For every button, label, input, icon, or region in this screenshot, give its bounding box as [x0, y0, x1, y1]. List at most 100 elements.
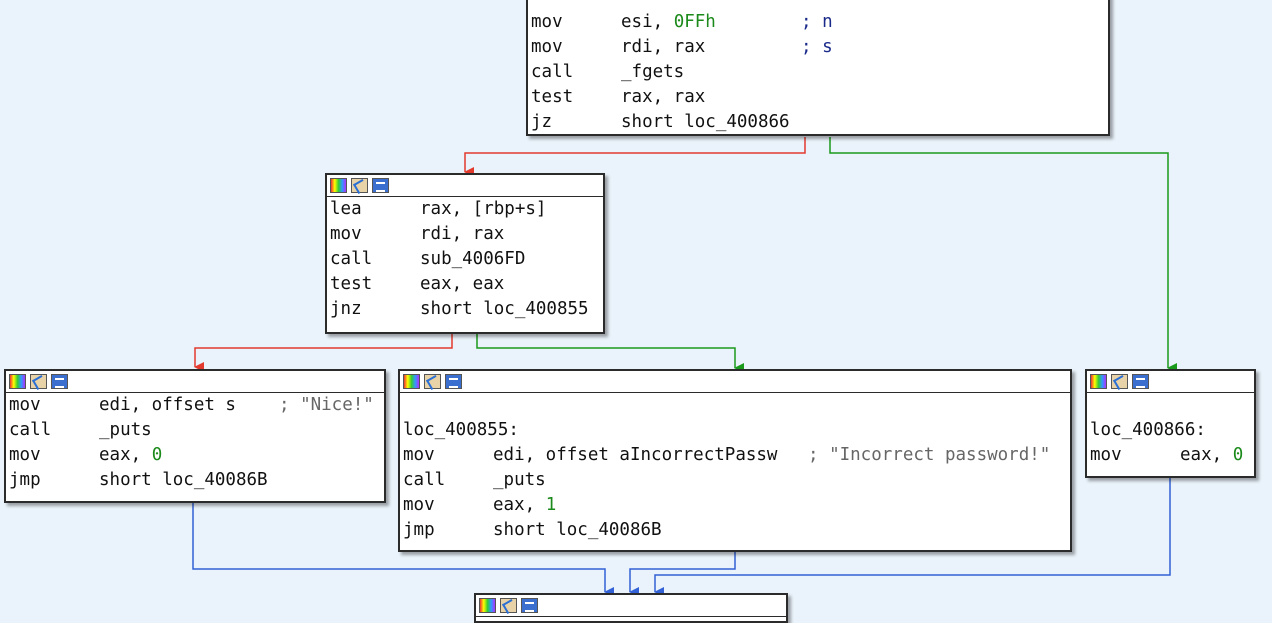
location-label[interactable]: loc_400855:	[403, 420, 519, 440]
mnemonic: mov	[9, 445, 41, 465]
code-block-check-password[interactable]: lea rax, [rbp+s] mov rdi, rax call sub_4006FD…	[325, 173, 605, 334]
operand-text: eax,	[493, 495, 546, 515]
operand-text: rax, rax	[621, 87, 706, 107]
instruction-line[interactable]: mov eax, 0	[1087, 443, 1254, 468]
code-block-fgets[interactable]: mov esi, 0FFh; n mov rdi, rax ; s call _fgetst…	[526, 0, 1110, 136]
instruction-line[interactable]: mov esi, 0FFh; n	[528, 10, 1108, 35]
blank-line[interactable]	[1087, 393, 1254, 418]
code-label[interactable]: loc_400866:	[1087, 418, 1254, 443]
mnemonic: mov	[9, 395, 41, 415]
immediate-value: 0	[151, 445, 163, 465]
graph-overview-icon[interactable]	[330, 178, 347, 193]
instruction-line[interactable]: jmp short loc_40086B	[6, 468, 384, 493]
comment: ; s	[801, 37, 833, 57]
mnemonic: mov	[531, 37, 563, 57]
instruction-line[interactable]: test eax, eax	[327, 272, 603, 297]
operands: eax, 0	[1180, 443, 1243, 468]
blank-line[interactable]	[400, 393, 1070, 418]
operand-text: edi, offset aIncorrectPassw	[493, 445, 778, 465]
operands: short loc_400866	[621, 110, 790, 135]
operands: sub_4006FD	[420, 247, 525, 272]
edge-top-false	[464, 137, 806, 177]
listing-icon[interactable]	[445, 374, 462, 389]
operands: rax, rax	[621, 85, 705, 110]
graph-overview-icon[interactable]	[403, 374, 420, 389]
edit-icon[interactable]	[424, 374, 441, 389]
listing-icon[interactable]	[51, 374, 68, 389]
string-comment: ; "Nice!"	[279, 395, 374, 415]
block-header	[6, 371, 384, 393]
instruction-line[interactable]: call sub_4006FD	[327, 247, 603, 272]
operand-text: short loc_40086B	[493, 520, 662, 540]
mnemonic: call	[403, 470, 446, 490]
edit-icon[interactable]	[1111, 374, 1128, 389]
instruction-line[interactable]: lea rax, [rbp+s]	[327, 197, 603, 222]
instruction-line[interactable]: call _puts	[400, 468, 1070, 493]
mnemonic: mov	[403, 495, 435, 515]
mnemonic: mov	[1090, 445, 1122, 465]
operand-text: short loc_400866	[621, 112, 790, 132]
operands: eax, 0	[99, 443, 162, 468]
instruction-line[interactable]: call _fgets	[528, 60, 1108, 85]
operands: _fgets	[621, 60, 684, 85]
listing-icon[interactable]	[1132, 374, 1149, 389]
instruction-line[interactable]: jmp short loc_40086B	[400, 518, 1070, 543]
graph-overview-icon[interactable]	[479, 598, 496, 613]
immediate-value: 0FFh	[673, 12, 716, 32]
location-label[interactable]: loc_400866:	[1090, 420, 1206, 440]
operands: rdi, rax	[420, 222, 504, 247]
immediate-value: 1	[545, 495, 557, 515]
immediate-value: 0	[1232, 445, 1244, 465]
operands: rdi, rax	[621, 35, 801, 60]
edit-icon[interactable]	[30, 374, 47, 389]
instruction-line[interactable]: mov eax, 0	[6, 443, 384, 468]
code-block-loc-400866[interactable]: loc_400866:mov eax, 0	[1085, 369, 1256, 478]
instruction-line[interactable]: mov rdi, rax	[327, 222, 603, 247]
instruction-line[interactable]: mov edi, offset aIncorrectPassw ; "Incorre…	[400, 443, 1070, 468]
operands: rax, [rbp+s]	[420, 197, 546, 222]
instruction-line[interactable]: mov rdi, rax ; s	[528, 35, 1108, 60]
edit-icon[interactable]	[500, 598, 517, 613]
instruction-line[interactable]: mov edi, offset s ; "Nice!"	[6, 393, 384, 418]
instruction-line[interactable]: test rax, rax	[528, 85, 1108, 110]
operands: short loc_40086B	[493, 518, 662, 543]
operand-text: eax,	[99, 445, 152, 465]
operands: edi, offset aIncorrectPassw	[493, 443, 808, 468]
instruction-line[interactable]: jz short loc_400866	[528, 110, 1108, 135]
mnemonic: call	[9, 420, 52, 440]
block-header	[400, 371, 1070, 393]
operand-text: sub_4006FD	[420, 249, 526, 269]
listing-icon[interactable]	[372, 178, 389, 193]
edit-icon[interactable]	[351, 178, 368, 193]
block-body: loc_400855: mov edi, offset aIncorrectPass…	[400, 393, 1070, 543]
operand-text: edi, offset s	[99, 395, 236, 415]
operands: _puts	[493, 468, 546, 493]
code-label[interactable]: loc_400855:	[400, 418, 1070, 443]
operands: eax, 1	[493, 493, 556, 518]
graph-overview-icon[interactable]	[1090, 374, 1107, 389]
block-header	[327, 175, 603, 197]
operand-text: rdi, rax	[621, 37, 706, 57]
instruction-line[interactable]: jnz short loc_400855	[327, 297, 603, 322]
instruction-line[interactable]: call _puts	[6, 418, 384, 443]
operand-text: _puts	[493, 470, 546, 490]
block-header	[1087, 371, 1254, 393]
mnemonic: jz	[531, 112, 553, 132]
block-body: lea rax, [rbp+s] mov rdi, rax call sub_4006FD…	[327, 197, 603, 322]
mnemonic: jnz	[330, 299, 362, 319]
operand-text: eax, eax	[420, 274, 505, 294]
graph-overview-icon[interactable]	[9, 374, 26, 389]
operands: esi, 0FFh	[621, 10, 801, 35]
operands: edi, offset s	[99, 393, 279, 418]
operand-text: _fgets	[621, 62, 685, 82]
block-body: mov edi, offset s; "Nice!" call _puts mov eax…	[6, 393, 384, 493]
code-block-incorrect-password[interactable]: loc_400855: mov edi, offset aIncorrectPass…	[398, 369, 1072, 552]
mnemonic: call	[531, 62, 574, 82]
edge-incorrect-flow	[629, 552, 736, 597]
code-block-nice[interactable]: mov edi, offset s; "Nice!" call _puts mov eax…	[4, 369, 386, 503]
instruction-line[interactable]: mov eax, 1	[400, 493, 1070, 518]
listing-icon[interactable]	[521, 598, 538, 613]
code-block-loc-40086b[interactable]	[474, 593, 788, 623]
mnemonic: test	[330, 274, 373, 294]
mnemonic: mov	[330, 224, 362, 244]
